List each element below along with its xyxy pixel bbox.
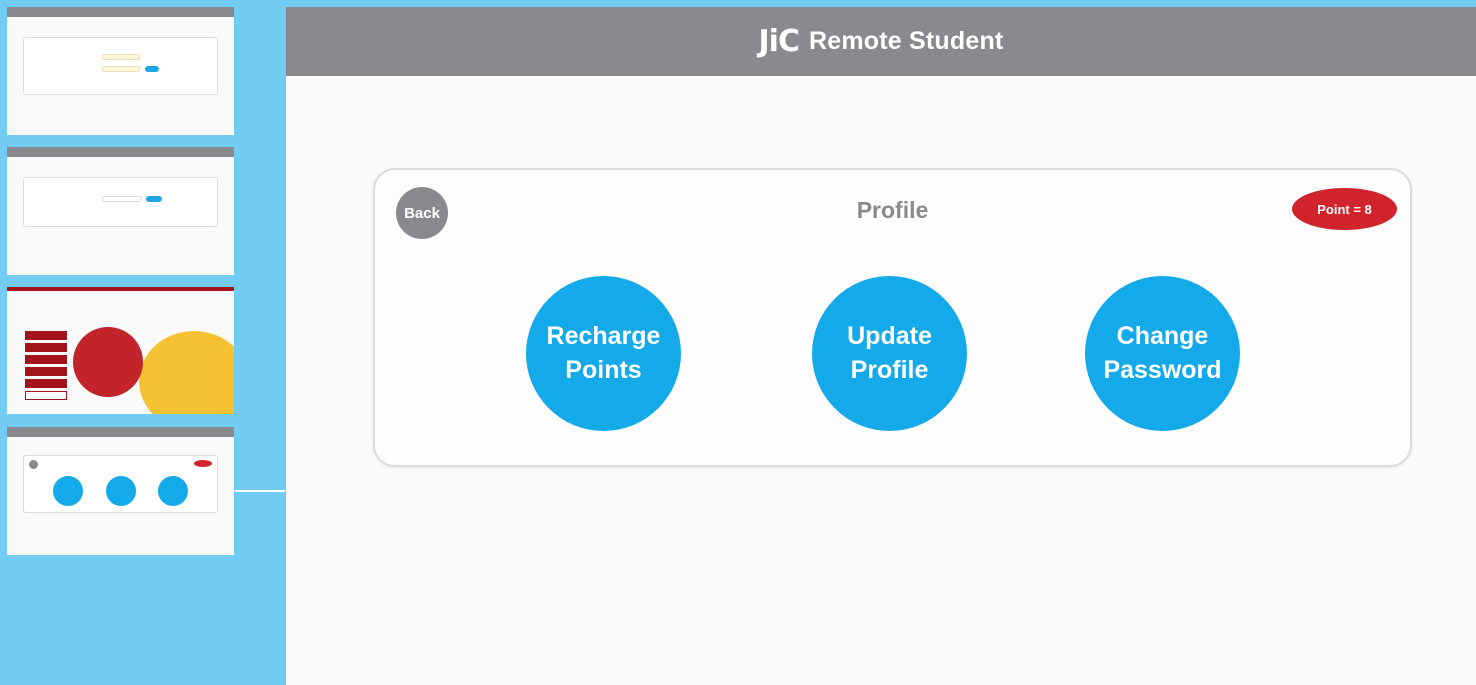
recharge-points-line2: Points [565,355,642,384]
thumbnail-menu-list [25,331,67,403]
change-password-line1: Change [1116,321,1209,350]
jic-logo: JiC [758,24,800,59]
thumbnail-login[interactable] [7,7,234,135]
thumbnail-card [23,177,218,227]
page-title: Profile [856,197,929,223]
change-password-line2: Password [1103,355,1222,384]
recharge-points-button[interactable]: Recharge Points [526,276,681,431]
thumbnail-circle [106,476,136,506]
main-screen: JiC Remote Student Back Profile Point = … [286,7,1476,685]
recharge-points-line1: Recharge [546,321,661,350]
points-badge: Point = 8 [1292,188,1397,230]
thumbnail-field [102,66,140,72]
thumbnail-header [7,7,234,17]
thumbnail-field [102,54,140,60]
update-profile-line1: Update [847,321,932,350]
update-profile-line2: Profile [850,355,929,384]
change-password-button[interactable]: Change Password [1085,276,1240,431]
thumbnail-menu[interactable] [7,287,234,414]
thumbnail-circle [53,476,83,506]
thumbnail-illustration [73,327,143,397]
thumbnail-field [102,196,142,202]
thumbnail-topbar [7,287,234,291]
update-profile-button[interactable]: Update Profile [812,276,967,431]
thumbnail-card [23,455,218,513]
thumbnail-recover[interactable] [7,147,234,275]
thumbnail-button [146,196,162,202]
thumbnail-card [23,37,218,95]
thumbnail-profile[interactable] [7,427,234,555]
thumbnail-points [194,460,212,467]
connector-line [235,490,285,492]
thumbnail-header [7,147,234,157]
app-header: JiC Remote Student [286,7,1476,76]
header-title: Remote Student [808,27,1004,55]
thumbnail-yellow-shape [139,331,234,414]
profile-card: Back Profile Point = 8 Recharge Points U… [373,168,1412,467]
thumbnail-header [7,427,234,437]
thumbnail-circle [158,476,188,506]
thumbnail-button [145,66,159,72]
thumbnail-back [29,460,38,469]
